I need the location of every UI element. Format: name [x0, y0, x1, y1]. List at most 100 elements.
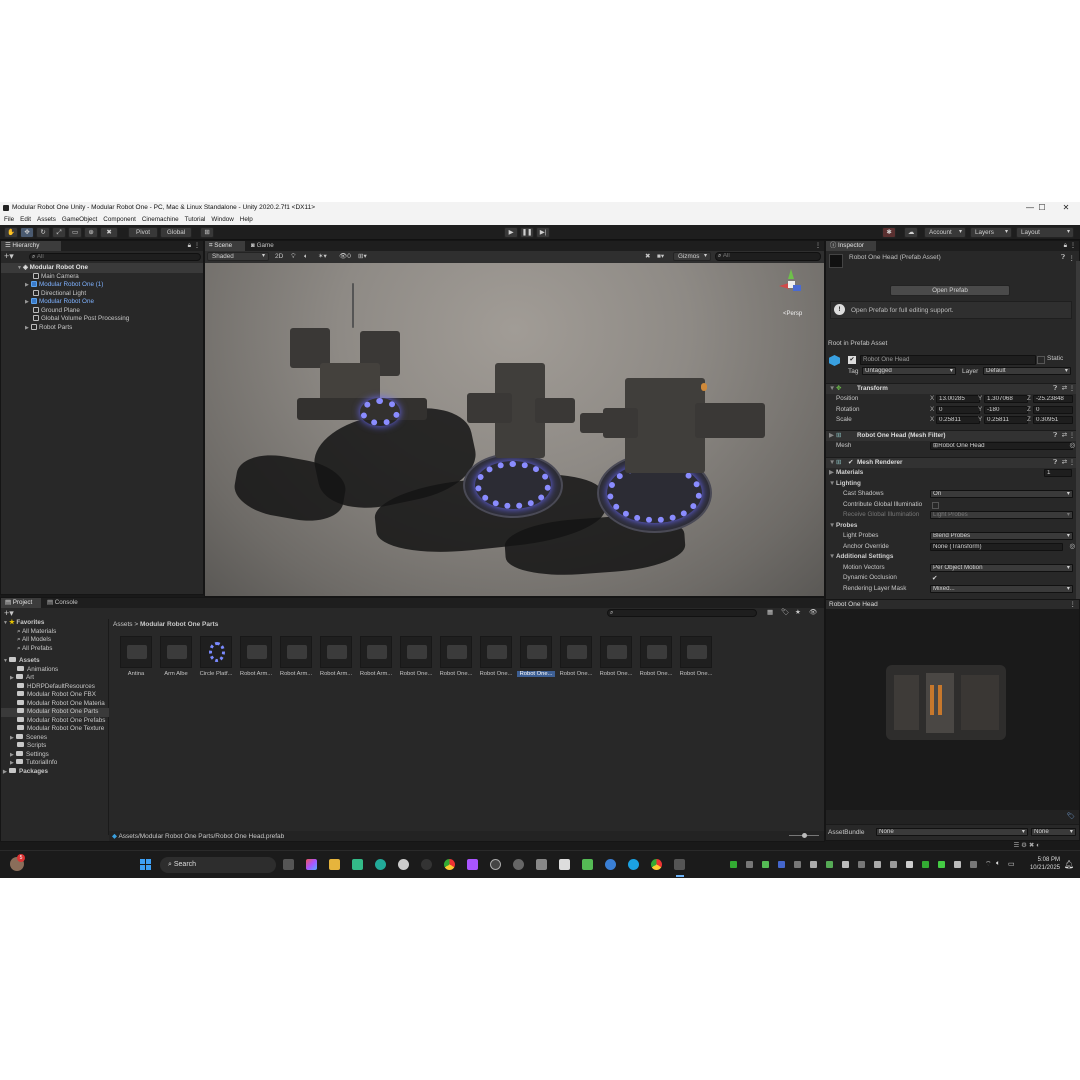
slider-handle[interactable] [802, 833, 807, 838]
app-icon[interactable] [513, 859, 524, 870]
windows-start-icon[interactable] [140, 859, 152, 871]
anchor-override-field[interactable]: None (Transform) [930, 542, 1063, 551]
custom-tool-icon[interactable]: ✖ [100, 227, 118, 238]
tray-icon[interactable] [970, 861, 977, 868]
folder-scenes[interactable]: ▶ Scenes [10, 733, 47, 742]
menu-gameobject[interactable]: GameObject [62, 216, 97, 223]
materials-count-field[interactable]: 1 [1044, 469, 1072, 477]
lighting-row[interactable]: ▼ Lighting [826, 479, 1079, 490]
notification-bell-icon[interactable]: 🔔︎ [1064, 860, 1074, 869]
app-icon[interactable] [375, 859, 386, 870]
layer-dropdown[interactable]: Default [983, 367, 1071, 375]
menu-component[interactable]: Component [103, 216, 136, 223]
nvidia-icon[interactable] [582, 859, 593, 870]
help-icon[interactable]: ❓︎ [1053, 458, 1057, 469]
battery-icon[interactable]: ▭ [1008, 860, 1015, 868]
collab-icon[interactable]: ✱ [882, 227, 896, 238]
scale-tool-icon[interactable]: ⤢ [52, 227, 66, 238]
position-y-field[interactable]: 1.307068 [984, 395, 1028, 403]
perspective-label[interactable]: <Persp [783, 311, 802, 317]
tray-icon[interactable] [954, 861, 961, 868]
static-checkbox[interactable] [1037, 356, 1045, 364]
probes-row[interactable]: ▼ Probes [826, 521, 1079, 532]
tray-icon[interactable] [938, 861, 945, 868]
kebab-menu-icon[interactable]: ⋮ [1070, 241, 1076, 251]
volume-icon[interactable]: 🔈︎ [996, 860, 1000, 868]
asset-item[interactable]: Robot Arm... [277, 636, 315, 688]
hierarchy-item-directional-light[interactable]: Directional Light [33, 289, 86, 298]
favorite-all-prefabs[interactable]: ⌕ All Prefabs [17, 645, 52, 653]
hidden-objects-icon[interactable]: 👁︎0 [339, 252, 351, 261]
favorite-star-icon[interactable]: ★ [795, 608, 801, 616]
folder-art[interactable]: ▶ Art [10, 674, 34, 682]
audio-toggle-icon[interactable]: 🔈︎ [304, 252, 308, 261]
favorite-all-models[interactable]: ⌕ All Models [17, 636, 51, 644]
asset-item[interactable]: Robot One... [597, 636, 635, 688]
rotate-tool-icon[interactable]: ↻ [36, 227, 50, 238]
mesh-renderer-checkbox[interactable]: ✔ [848, 458, 853, 469]
copilot-icon[interactable] [306, 859, 317, 870]
filter-by-label-icon[interactable]: 🏷︎ [781, 608, 789, 616]
tab-scene[interactable]: ⌗ Scene [205, 241, 245, 251]
preset-icon[interactable]: ⇄ [1062, 458, 1067, 469]
hierarchy-item-global-volume[interactable]: Global Volume Post Processing [33, 315, 129, 323]
kebab-menu-icon[interactable]: ⋮ [1069, 254, 1076, 262]
app-icon[interactable] [605, 859, 616, 870]
tray-icon[interactable] [810, 861, 817, 868]
asset-item[interactable]: Robot One... [477, 636, 515, 688]
hand-tool-icon[interactable]: ✋ [4, 227, 18, 238]
pause-button[interactable]: ❚❚ [520, 227, 534, 238]
app-icon[interactable] [536, 859, 547, 870]
asset-item[interactable]: Robot Arm... [357, 636, 395, 688]
static-label[interactable]: Static [1047, 355, 1063, 362]
app-icon[interactable] [559, 859, 570, 870]
kebab-menu-icon[interactable]: ⋮ [1070, 600, 1077, 608]
mesh-filter-header[interactable]: ▶ ⊞ Robot One Head (Mesh Filter) ❓︎ ⇄ ⋮ [826, 430, 1079, 441]
rotation-z-field[interactable]: 0 [1033, 405, 1073, 414]
gizmos-dropdown[interactable]: Gizmos [673, 252, 711, 261]
scale-y-field[interactable]: 0.25811 [984, 416, 1028, 424]
file-explorer-icon[interactable] [329, 859, 340, 870]
tools-icon[interactable]: ✖ [645, 252, 650, 261]
kebab-menu-icon[interactable]: ⋮ [1069, 458, 1075, 469]
asset-item[interactable]: Antina [117, 636, 155, 688]
menu-tutorial[interactable]: Tutorial [185, 216, 206, 223]
mesh-renderer-header[interactable]: ▼ ⊞ ✔ Mesh Renderer ❓︎ ⇄ ⋮ [826, 457, 1079, 468]
hierarchy-item-main-camera[interactable]: Main Camera [33, 272, 79, 281]
asset-item[interactable]: Robot Arm... [317, 636, 355, 688]
lighting-toggle-icon[interactable]: 💡︎ [291, 252, 296, 261]
add-object-button[interactable]: +▾ [4, 252, 14, 261]
folder-prefabs[interactable]: Modular Robot One Prefabs [17, 716, 105, 725]
scene-viewport[interactable]: <Persp [205, 263, 824, 596]
position-z-field[interactable]: -25.23848 [1033, 395, 1073, 403]
rect-tool-icon[interactable]: ▭ [68, 227, 82, 238]
tag-dropdown[interactable]: Untagged [862, 367, 956, 375]
hierarchy-item-ground-plane[interactable]: Ground Plane [33, 306, 80, 315]
assetbundle-variant-dropdown[interactable]: None [1031, 828, 1076, 836]
alienware-icon[interactable] [398, 859, 409, 870]
light-probes-dropdown[interactable]: Blend Probes [930, 532, 1073, 540]
object-picker-icon[interactable]: ◎ [1070, 542, 1076, 553]
filter-by-type-icon[interactable]: ▦ [767, 608, 773, 616]
tray-icon[interactable] [906, 861, 913, 868]
additional-settings-row[interactable]: ▼ Additional Settings [826, 552, 1079, 563]
packages-folder[interactable]: ▶ Packages [3, 767, 48, 776]
tray-icon[interactable] [874, 861, 881, 868]
tray-icon[interactable] [778, 861, 785, 868]
folder-hdrp[interactable]: HDRPDefaultResources [17, 682, 95, 691]
menu-assets[interactable]: Assets [37, 216, 56, 223]
active-checkbox[interactable]: ✔ [848, 356, 856, 364]
tag-icon[interactable]: 🏷︎ [1067, 812, 1075, 820]
mesh-field[interactable]: ⊞Robot One Head [930, 442, 1073, 450]
tray-icon[interactable] [858, 861, 865, 868]
hierarchy-search-input[interactable]: ⌕ All [29, 253, 201, 261]
chrome-icon[interactable] [651, 859, 662, 870]
grid-snap-icon[interactable]: ⊞ [200, 227, 214, 238]
tray-icon[interactable] [826, 861, 833, 868]
asset-item[interactable]: Robot One... [557, 636, 595, 688]
project-search-input[interactable]: ⌕ [607, 609, 757, 617]
help-icon[interactable]: ❓︎ [1053, 384, 1057, 395]
lock-icon[interactable]: 🔒︎ [188, 241, 191, 251]
tab-project[interactable]: ▤ Project [1, 598, 41, 608]
assets-folder[interactable]: ▼ Assets [3, 657, 40, 665]
